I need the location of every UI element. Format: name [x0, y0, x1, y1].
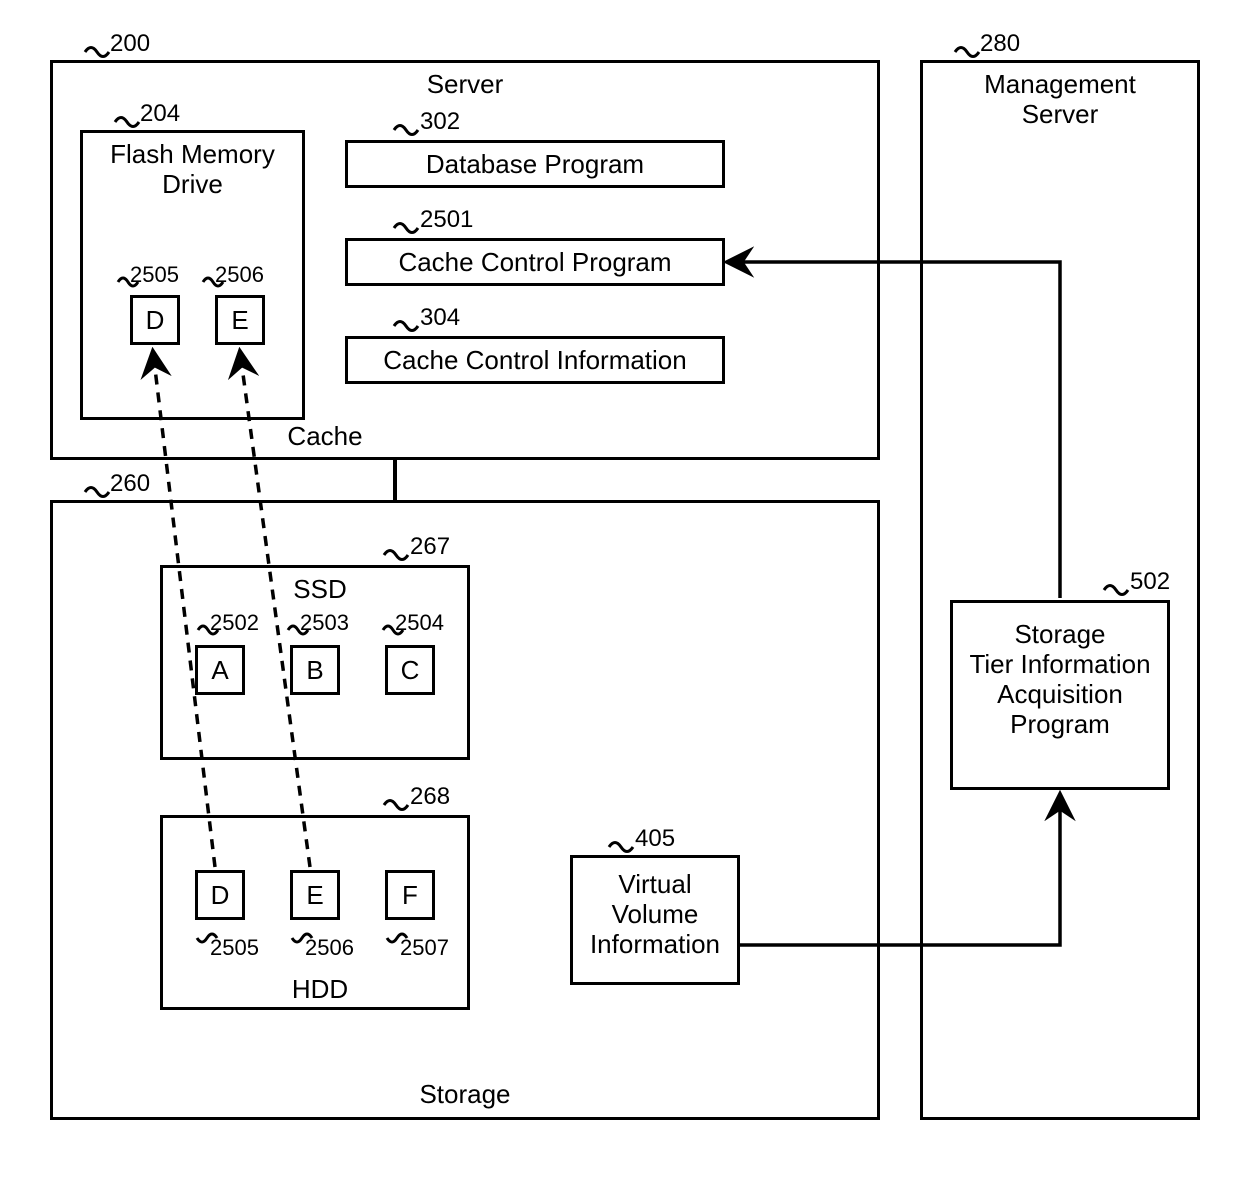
ssd-c-ref: 2504: [395, 610, 444, 636]
ssd-block-c: C: [385, 645, 435, 695]
ssd-ref: 267: [410, 533, 450, 561]
vvi-ref: 405: [635, 825, 675, 853]
flash-d-ref: 2505: [130, 262, 179, 288]
mgmt-title: Management Server: [940, 70, 1180, 130]
flash-title: Flash Memory Drive: [85, 140, 300, 200]
ssd-a-ref: 2502: [210, 610, 259, 636]
vvi-title: Virtual Volume Information: [570, 870, 740, 960]
hdd-block-e: E: [290, 870, 340, 920]
ccp-ref: 2501: [420, 206, 473, 234]
ccp-title: Cache Control Program: [345, 248, 725, 278]
hdd-block-d: D: [195, 870, 245, 920]
mgmt-ref: 280: [980, 30, 1020, 58]
db-program-title: Database Program: [345, 150, 725, 180]
cci-title: Cache Control Information: [345, 346, 725, 376]
ssd-title: SSD: [260, 575, 380, 605]
storage-title: Storage: [340, 1080, 590, 1110]
db-program-ref: 302: [420, 108, 460, 136]
stiap-ref: 502: [1130, 568, 1170, 596]
ssd-block-b: B: [290, 645, 340, 695]
hdd-ref: 268: [410, 783, 450, 811]
cci-ref: 304: [420, 304, 460, 332]
ssd-block-a: A: [195, 645, 245, 695]
flash-e-ref: 2506: [215, 262, 264, 288]
flash-ref: 204: [140, 100, 180, 128]
server-title: Server: [340, 70, 590, 100]
hdd-title: HDD: [260, 975, 380, 1005]
hdd-f-ref: 2507: [400, 935, 449, 961]
cache-label: Cache: [255, 422, 395, 452]
stiap-title: Storage Tier Information Acquisition Pro…: [950, 620, 1170, 740]
hdd-block-f: F: [385, 870, 435, 920]
flash-block-e: E: [215, 295, 265, 345]
server-ref: 200: [110, 30, 150, 58]
flash-block-d: D: [130, 295, 180, 345]
hdd-d-ref: 2505: [210, 935, 259, 961]
storage-ref: 260: [110, 470, 150, 498]
ssd-b-ref: 2503: [300, 610, 349, 636]
hdd-e-ref: 2506: [305, 935, 354, 961]
